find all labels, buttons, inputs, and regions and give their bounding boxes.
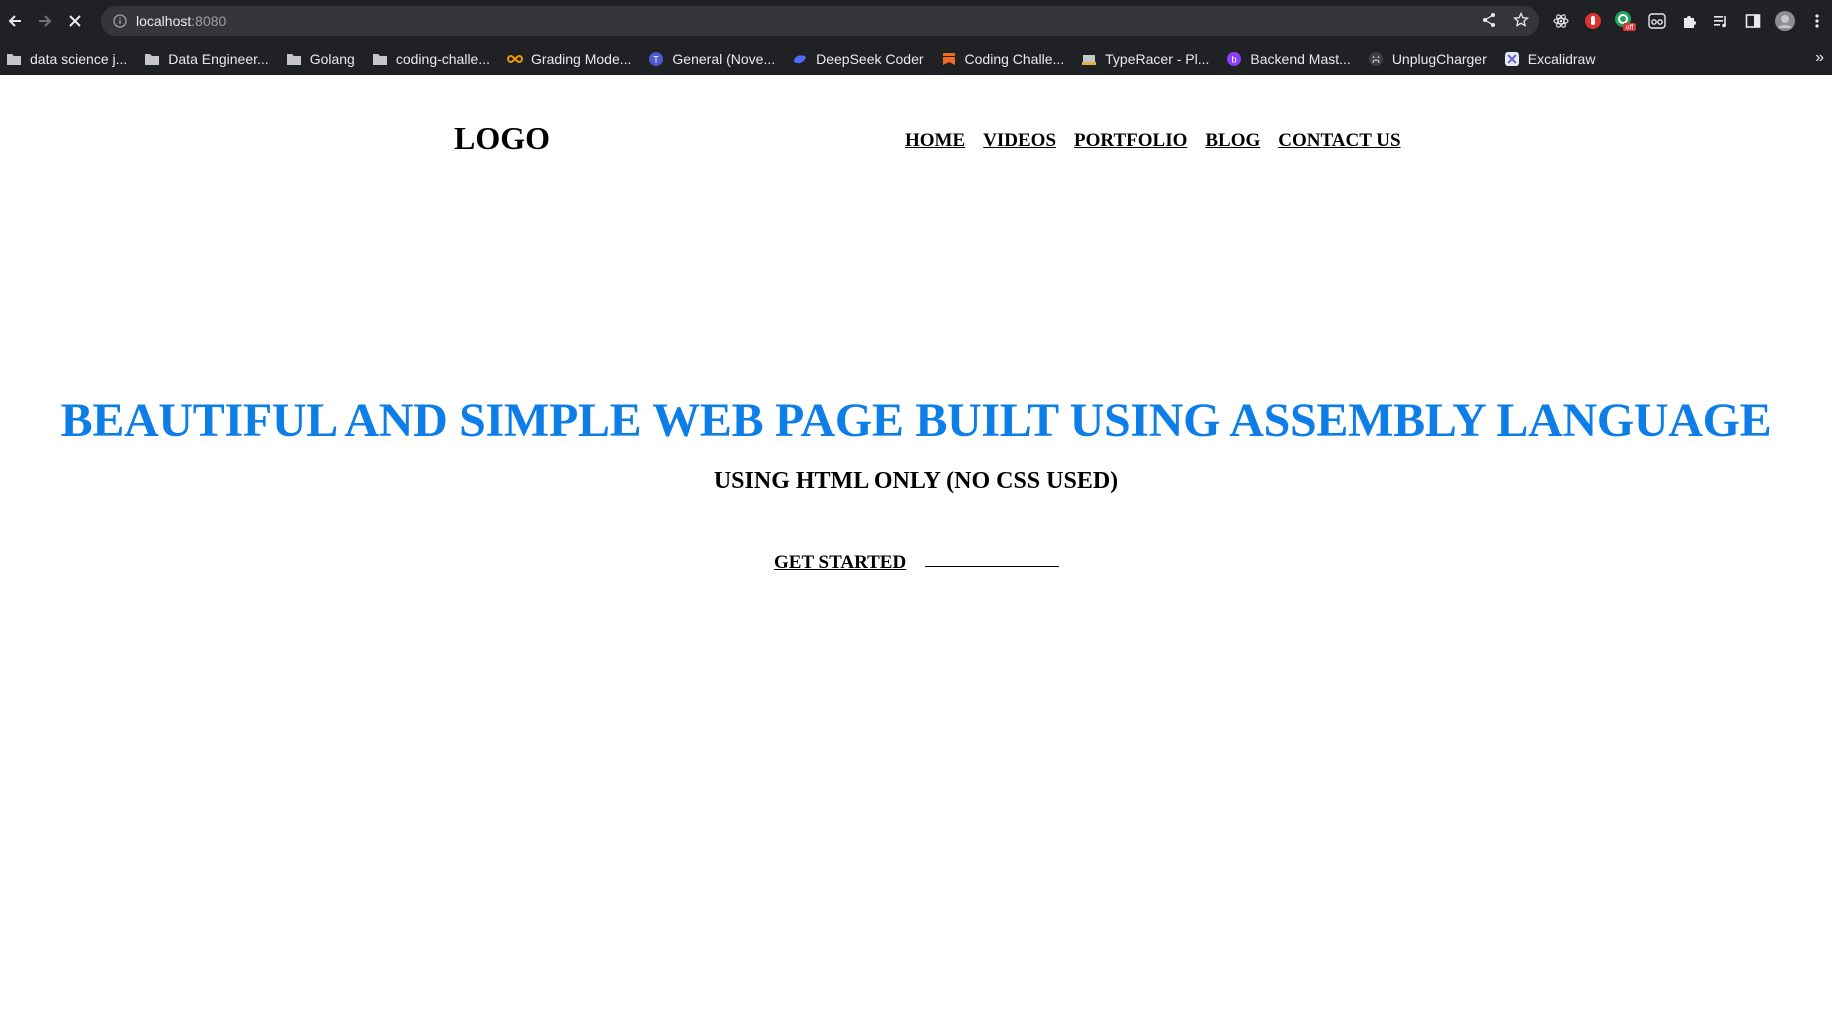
svg-text:b: b — [1232, 54, 1237, 64]
bookmark-item[interactable]: Data Engineer... — [144, 50, 269, 67]
reading-extension-button[interactable] — [1646, 10, 1668, 32]
bookmark-item[interactable]: T General (Nove... — [648, 51, 775, 67]
back-button[interactable] — [0, 6, 30, 36]
deepseek-icon — [794, 54, 807, 63]
cta-underline-divider — [925, 566, 1060, 567]
star-icon[interactable] — [1513, 12, 1529, 28]
bookmarks-bar: data science j... Data Engineer... Golan… — [0, 42, 1832, 75]
bookmark-label: General (Nove... — [672, 50, 776, 67]
bookmark-label: Backend Mast... — [1250, 50, 1351, 67]
bookmarks-overflow-button[interactable]: » — [1815, 49, 1824, 67]
bookmark-item[interactable]: data science j... — [6, 51, 127, 67]
web-page: LOGO HOME VIDEOS PORTFOLIO BLOG CONTACT … — [0, 75, 1832, 1009]
get-started-link[interactable]: GET STARTED — [774, 552, 906, 574]
bookmark-item[interactable]: Grading Mode... — [507, 51, 631, 67]
nav-link-videos[interactable]: VIDEOS — [983, 130, 1056, 152]
bookmark-item[interactable]: Excalidraw — [1504, 50, 1596, 67]
reading-list-button[interactable] — [1710, 10, 1732, 32]
folder-icon — [7, 53, 21, 65]
bookmark-item[interactable]: Coding Challe... — [941, 50, 1065, 67]
bookmark-label: Data Engineer... — [168, 50, 269, 67]
bookmark-item[interactable]: UnplugCharger — [1368, 51, 1487, 67]
nav-link-home[interactable]: HOME — [905, 130, 965, 152]
nav-link-contact-us[interactable]: CONTACT US — [1278, 130, 1400, 152]
side-panel-icon — [1745, 14, 1761, 28]
browser-toolbar: localhost:8080 off — [0, 0, 1832, 42]
folder-icon — [286, 53, 301, 65]
folder-icon — [145, 53, 160, 65]
bookmark-label: data science j... — [30, 50, 128, 67]
glasses-icon — [1648, 13, 1666, 29]
teams-icon: T — [649, 51, 664, 66]
url-port: :8080 — [191, 13, 227, 29]
bookmark-label: Golang — [309, 50, 355, 67]
adblock-button[interactable] — [1582, 10, 1604, 32]
bookmark-label: coding-challe... — [395, 50, 491, 67]
bookmark-item[interactable]: coding-challe... — [372, 51, 490, 67]
typeracer-icon — [1082, 54, 1097, 65]
nav-link-blog[interactable]: BLOG — [1205, 130, 1260, 152]
excalidraw-icon — [1504, 51, 1519, 66]
playlist-icon — [1714, 16, 1726, 28]
stop-loading-button[interactable] — [60, 6, 90, 36]
omnibox-actions — [1481, 12, 1529, 28]
browser-menu-button[interactable] — [1806, 10, 1828, 32]
bookmark-flag-icon — [942, 52, 955, 65]
grammar-extension-button[interactable]: off — [1614, 10, 1636, 32]
hero-title: BEAUTIFUL AND SIMPLE WEB PAGE BUILT USIN… — [60, 394, 1772, 447]
cta-area: GET STARTED — [774, 552, 1060, 574]
bookmark-label: UnplugCharger — [1391, 50, 1487, 67]
site-logo: LOGO — [454, 120, 551, 156]
info-icon[interactable] — [113, 14, 127, 28]
svg-text:T: T — [654, 54, 660, 64]
avatar-icon — [1775, 11, 1795, 31]
react-icon — [1553, 14, 1569, 28]
bookmark-item[interactable]: Golang — [286, 51, 355, 67]
forward-button[interactable] — [30, 6, 60, 36]
bookmark-label: Excalidraw — [1527, 50, 1596, 67]
nav-link-portfolio[interactable]: PORTFOLIO — [1074, 130, 1187, 152]
bookmark-item[interactable]: DeepSeek Coder — [792, 50, 924, 67]
folder-icon — [372, 53, 387, 65]
bookmark-item[interactable]: TypeRacer - Pl... — [1081, 51, 1209, 67]
bookmark-label: Coding Challe... — [964, 50, 1065, 67]
svg-text:off: off — [1626, 25, 1634, 32]
extensions-area: off — [1550, 6, 1828, 36]
kebab-menu-icon — [1815, 14, 1819, 28]
arrow-left-icon — [8, 15, 21, 27]
browser-chrome: localhost:8080 off data science j... Dat… — [0, 0, 1832, 75]
shield-hand-icon — [1585, 13, 1601, 29]
hero-subtitle: USING HTML ONLY (NO CSS USED) — [713, 468, 1119, 494]
url-text[interactable]: localhost:8080 — [136, 13, 226, 29]
bookmark-label: Grading Mode... — [531, 50, 632, 67]
bookmark-item[interactable]: b Backend Mast... — [1226, 50, 1351, 67]
bookmark-label: DeepSeek Coder — [816, 50, 924, 67]
github-icon — [1368, 51, 1383, 66]
address-bar[interactable]: localhost:8080 — [101, 6, 1539, 36]
infinity-icon — [507, 54, 523, 63]
main-nav: HOME VIDEOS PORTFOLIO BLOG CONTACT US — [905, 130, 1401, 152]
url-host: localhost — [136, 13, 192, 29]
react-devtools-button[interactable] — [1550, 10, 1572, 32]
share-icon[interactable] — [1481, 12, 1497, 28]
backend-icon: b — [1227, 51, 1242, 66]
profile-button[interactable] — [1774, 10, 1796, 32]
bookmark-label: TypeRacer - Pl... — [1105, 50, 1210, 67]
close-icon — [69, 15, 81, 27]
arrow-right-icon — [39, 15, 52, 27]
puzzle-icon — [1684, 16, 1696, 28]
side-panel-button[interactable] — [1742, 10, 1764, 32]
off-badge-icon: off — [1615, 11, 1636, 32]
extensions-button[interactable] — [1678, 10, 1700, 32]
